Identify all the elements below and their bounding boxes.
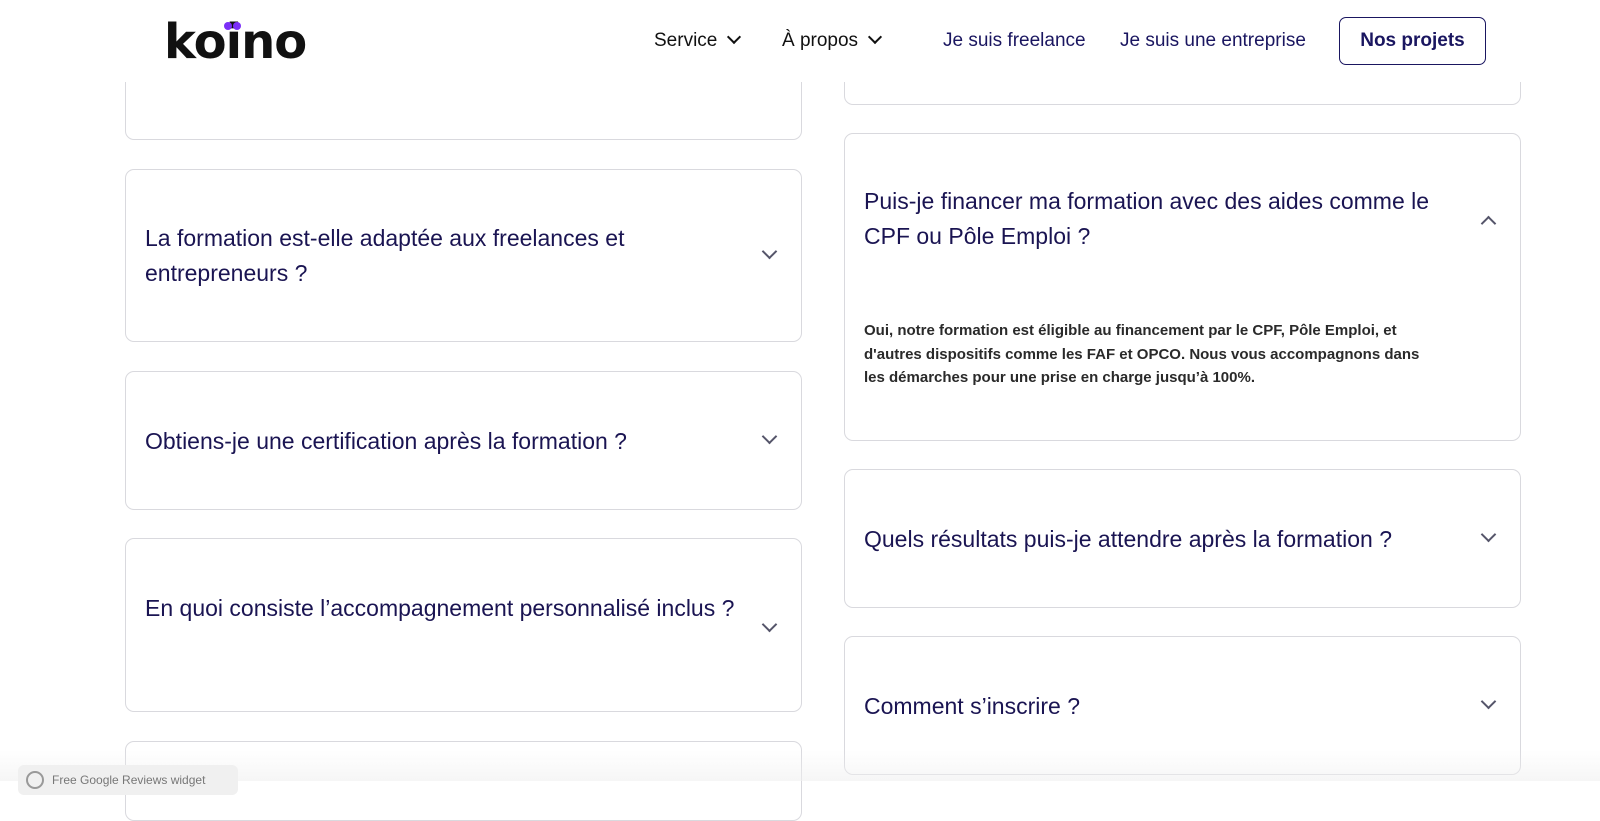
- faq-item-financement[interactable]: Puis-je financer ma formation avec des a…: [844, 133, 1521, 441]
- faq-item-resultats[interactable]: Quels résultats puis-je attendre après l…: [844, 469, 1521, 608]
- chevron-down-icon[interactable]: [761, 243, 778, 260]
- logo-dots-icon: [224, 22, 242, 30]
- chevron-down-icon: [867, 29, 883, 45]
- widget-label: Free Google Reviews widget: [52, 773, 206, 787]
- chevron-down-icon[interactable]: [761, 616, 778, 633]
- nav-service-dropdown[interactable]: Service: [654, 28, 742, 54]
- chevron-down-icon[interactable]: [761, 428, 778, 445]
- faq-item-certification[interactable]: Obtiens-je une certification après la fo…: [125, 371, 802, 510]
- chevron-down-icon[interactable]: [1480, 526, 1497, 543]
- faq-item-freelances[interactable]: La formation est-elle adaptée aux freela…: [125, 169, 802, 342]
- site-header: koino Service À propos Je suis freelance…: [0, 0, 1600, 82]
- faq-question: La formation est-elle adaptée aux freela…: [145, 225, 625, 286]
- chevron-down-icon[interactable]: [1480, 693, 1497, 710]
- chevron-down-icon: [727, 29, 742, 45]
- faq-question: Obtiens-je une certification après la fo…: [145, 428, 627, 454]
- faq-question: Puis-je financer ma formation avec des a…: [864, 188, 1430, 249]
- nav-apropos-dropdown[interactable]: À propos: [782, 28, 883, 54]
- nav-apropos-label: À propos: [782, 30, 859, 51]
- faq-answer: Oui, notre formation est éligible au fin…: [864, 322, 1420, 386]
- chevron-up-icon[interactable]: [1480, 215, 1497, 232]
- nav-entreprise-link[interactable]: Je suis une entreprise: [1120, 28, 1306, 54]
- faq-question: Comment s’inscrire ?: [864, 693, 1080, 719]
- google-reviews-icon: [26, 771, 44, 789]
- faq-question: En quoi consiste l’accompagnement person…: [145, 595, 735, 621]
- faq-item-inscription[interactable]: Comment s’inscrire ?: [844, 636, 1521, 775]
- faq-item-accompagnement[interactable]: En quoi consiste l’accompagnement person…: [125, 538, 802, 712]
- nav-service-label: Service: [654, 30, 718, 51]
- nav-freelance-link[interactable]: Je suis freelance: [943, 28, 1086, 54]
- google-reviews-widget[interactable]: Free Google Reviews widget: [18, 765, 238, 795]
- faq-question: Quels résultats puis-je attendre après l…: [864, 526, 1392, 552]
- nos-projets-button[interactable]: Nos projets: [1339, 17, 1486, 65]
